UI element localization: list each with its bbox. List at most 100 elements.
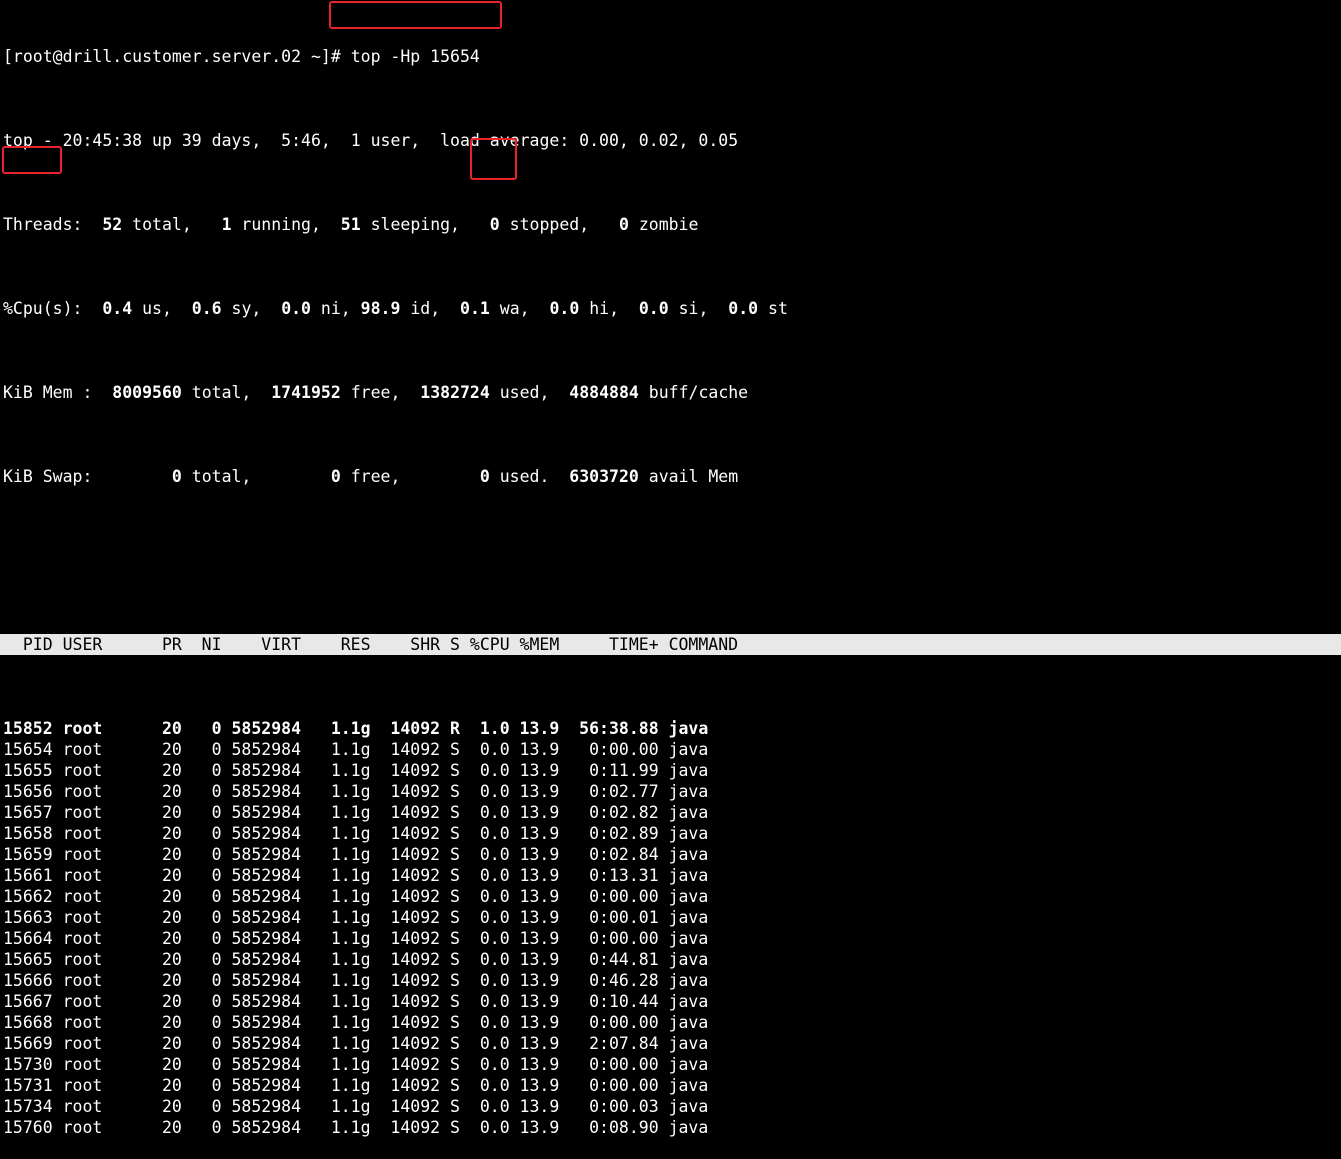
summary-cpu-line: %Cpu(s): 0.4 us, 0.6 sy, 0.0 ni, 98.9 id…: [3, 298, 788, 319]
threads-total-label: total,: [122, 215, 222, 234]
swap-free-label: free,: [340, 467, 480, 486]
threads-running: 1: [221, 215, 232, 234]
table-header: PID USER PR NI VIRT RES SHR S %CPU %MEM …: [0, 634, 1341, 655]
summary-swap-line: KiB Swap: 0 total, 0 free, 0 used. 63037…: [3, 466, 788, 487]
cpu-us: 0.4: [102, 299, 133, 318]
table-row: 15662 root 20 0 5852984 1.1g 14092 S 0.0…: [3, 886, 788, 907]
table-row-text: 15659 root 20 0 5852984 1.1g 14092 S 0.0…: [3, 845, 709, 864]
table-row: 15730 root 20 0 5852984 1.1g 14092 S 0.0…: [3, 1054, 788, 1075]
cpu-st-label: st: [758, 299, 788, 318]
mem-total: 8009560: [112, 383, 182, 402]
threads-zombie-label: zombie: [628, 215, 699, 234]
table-row-text: 15667 root 20 0 5852984 1.1g 14092 S 0.0…: [3, 992, 709, 1011]
threads-sleeping-label: sleeping,: [360, 215, 490, 234]
threads-sleeping: 51: [340, 215, 361, 234]
table-row-text: 15669 root 20 0 5852984 1.1g 14092 S 0.0…: [3, 1034, 709, 1053]
table-row-text: 15665 root 20 0 5852984 1.1g 14092 S 0.0…: [3, 950, 709, 969]
table-row: 15659 root 20 0 5852984 1.1g 14092 S 0.0…: [3, 844, 788, 865]
cpu-label: %Cpu(s):: [3, 299, 103, 318]
table-header-text: PID USER PR NI VIRT RES SHR S %CPU %MEM …: [3, 635, 739, 654]
threads-label: Threads:: [3, 215, 103, 234]
table-row: 15669 root 20 0 5852984 1.1g 14092 S 0.0…: [3, 1033, 788, 1054]
top-uptime: up 39 days, 5:46, 1 user, load average: …: [142, 131, 739, 150]
table-row-text: 15658 root 20 0 5852984 1.1g 14092 S 0.0…: [3, 824, 709, 843]
swap-label: KiB Swap:: [3, 467, 172, 486]
cpu-sy-label: sy,: [221, 299, 282, 318]
threads-stopped: 0: [489, 215, 500, 234]
table-row-text: 15654 root 20 0 5852984 1.1g 14092 S 0.0…: [3, 740, 709, 759]
table-row-text: 15852 root 20 0 5852984 1.1g 14092 R 1.0…: [3, 719, 709, 738]
summary-top-line: top - 20:45:38 up 39 days, 5:46, 1 user,…: [3, 130, 788, 151]
table-row-text: 15655 root 20 0 5852984 1.1g 14092 S 0.0…: [3, 761, 709, 780]
table-row: 15655 root 20 0 5852984 1.1g 14092 S 0.0…: [3, 760, 788, 781]
table-row: 15656 root 20 0 5852984 1.1g 14092 S 0.0…: [3, 781, 788, 802]
table-row-text: 15661 root 20 0 5852984 1.1g 14092 S 0.0…: [3, 866, 709, 885]
cpu-id-label: id,: [400, 299, 461, 318]
table-row-text: 15666 root 20 0 5852984 1.1g 14092 S 0.0…: [3, 971, 709, 990]
cpu-ni-label: ni,: [311, 299, 361, 318]
cpu-wa-label: wa,: [489, 299, 550, 318]
table-row-text: 15664 root 20 0 5852984 1.1g 14092 S 0.0…: [3, 929, 709, 948]
table-row-text: 15663 root 20 0 5852984 1.1g 14092 S 0.0…: [3, 908, 709, 927]
swap-total: 0: [171, 467, 182, 486]
table-row: 15663 root 20 0 5852984 1.1g 14092 S 0.0…: [3, 907, 788, 928]
cpu-id: 98.9: [360, 299, 401, 318]
mem-cache-label: buff/cache: [638, 383, 749, 402]
mem-total-label: total,: [181, 383, 272, 402]
table-row: 15664 root 20 0 5852984 1.1g 14092 S 0.0…: [3, 928, 788, 949]
table-row-text: 15668 root 20 0 5852984 1.1g 14092 S 0.0…: [3, 1013, 709, 1032]
threads-total: 52: [102, 215, 123, 234]
swap-free: 0: [330, 467, 341, 486]
cpu-sy: 0.6: [191, 299, 222, 318]
summary-mem-line: KiB Mem : 8009560 total, 1741952 free, 1…: [3, 382, 788, 403]
summary-threads-line: Threads: 52 total, 1 running, 51 sleepin…: [3, 214, 788, 235]
swap-avail-label: avail Mem: [638, 467, 739, 486]
mem-label: KiB Mem :: [3, 383, 113, 402]
table-row: 15654 root 20 0 5852984 1.1g 14092 S 0.0…: [3, 739, 788, 760]
cpu-hi: 0.0: [549, 299, 580, 318]
table-row-text: 15731 root 20 0 5852984 1.1g 14092 S 0.0…: [3, 1076, 709, 1095]
cpu-si-label: si,: [668, 299, 729, 318]
table-row: 15665 root 20 0 5852984 1.1g 14092 S 0.0…: [3, 949, 788, 970]
swap-avail: 6303720: [569, 467, 639, 486]
table-row: 15734 root 20 0 5852984 1.1g 14092 S 0.0…: [3, 1096, 788, 1117]
table-row: 15760 root 20 0 5852984 1.1g 14092 S 0.0…: [3, 1117, 788, 1138]
table-row-text: 15734 root 20 0 5852984 1.1g 14092 S 0.0…: [3, 1097, 709, 1116]
prompt-command: # top -Hp 15654: [330, 47, 480, 66]
top-prefix: top -: [3, 131, 63, 150]
cpu-st: 0.0: [728, 299, 759, 318]
table-row: 15657 root 20 0 5852984 1.1g 14092 S 0.0…: [3, 802, 788, 823]
table-row: 15658 root 20 0 5852984 1.1g 14092 S 0.0…: [3, 823, 788, 844]
top-time: 20:45:38: [62, 131, 143, 150]
prompt-user-host: [root@drill.customer.server.02 ~]: [3, 47, 331, 66]
mem-cache: 4884884: [569, 383, 639, 402]
table-row-text: 15657 root 20 0 5852984 1.1g 14092 S 0.0…: [3, 803, 709, 822]
table-row-text: 15730 root 20 0 5852984 1.1g 14092 S 0.0…: [3, 1055, 709, 1074]
cpu-us-label: us,: [132, 299, 192, 318]
table-row: 15668 root 20 0 5852984 1.1g 14092 S 0.0…: [3, 1012, 788, 1033]
table-row: 15852 root 20 0 5852984 1.1g 14092 R 1.0…: [3, 718, 788, 739]
table-row: 15667 root 20 0 5852984 1.1g 14092 S 0.0…: [3, 991, 788, 1012]
swap-total-label: total,: [181, 467, 331, 486]
mem-free-label: free,: [340, 383, 421, 402]
swap-used-label: used.: [489, 467, 570, 486]
table-row-text: 15656 root 20 0 5852984 1.1g 14092 S 0.0…: [3, 782, 709, 801]
mem-used: 1382724: [420, 383, 490, 402]
cpu-ni: 0.0: [281, 299, 311, 318]
table-row-text: 15662 root 20 0 5852984 1.1g 14092 S 0.0…: [3, 887, 709, 906]
table-row: 15731 root 20 0 5852984 1.1g 14092 S 0.0…: [3, 1075, 788, 1096]
table-row: 15666 root 20 0 5852984 1.1g 14092 S 0.0…: [3, 970, 788, 991]
swap-used: 0: [479, 467, 490, 486]
process-table-body: 15852 root 20 0 5852984 1.1g 14092 R 1.0…: [3, 718, 788, 1138]
shell-prompt-line: [root@drill.customer.server.02 ~]# top -…: [3, 46, 788, 67]
threads-stopped-label: stopped,: [499, 215, 619, 234]
mem-used-label: used,: [489, 383, 570, 402]
threads-zombie: 0: [618, 215, 629, 234]
table-row: 15661 root 20 0 5852984 1.1g 14092 S 0.0…: [3, 865, 788, 886]
cpu-wa: 0.1: [460, 299, 490, 318]
mem-free: 1741952: [271, 383, 341, 402]
cpu-si: 0.0: [638, 299, 669, 318]
terminal-window[interactable]: [root@drill.customer.server.02 ~]# top -…: [0, 4, 1341, 1159]
threads-running-label: running,: [231, 215, 341, 234]
